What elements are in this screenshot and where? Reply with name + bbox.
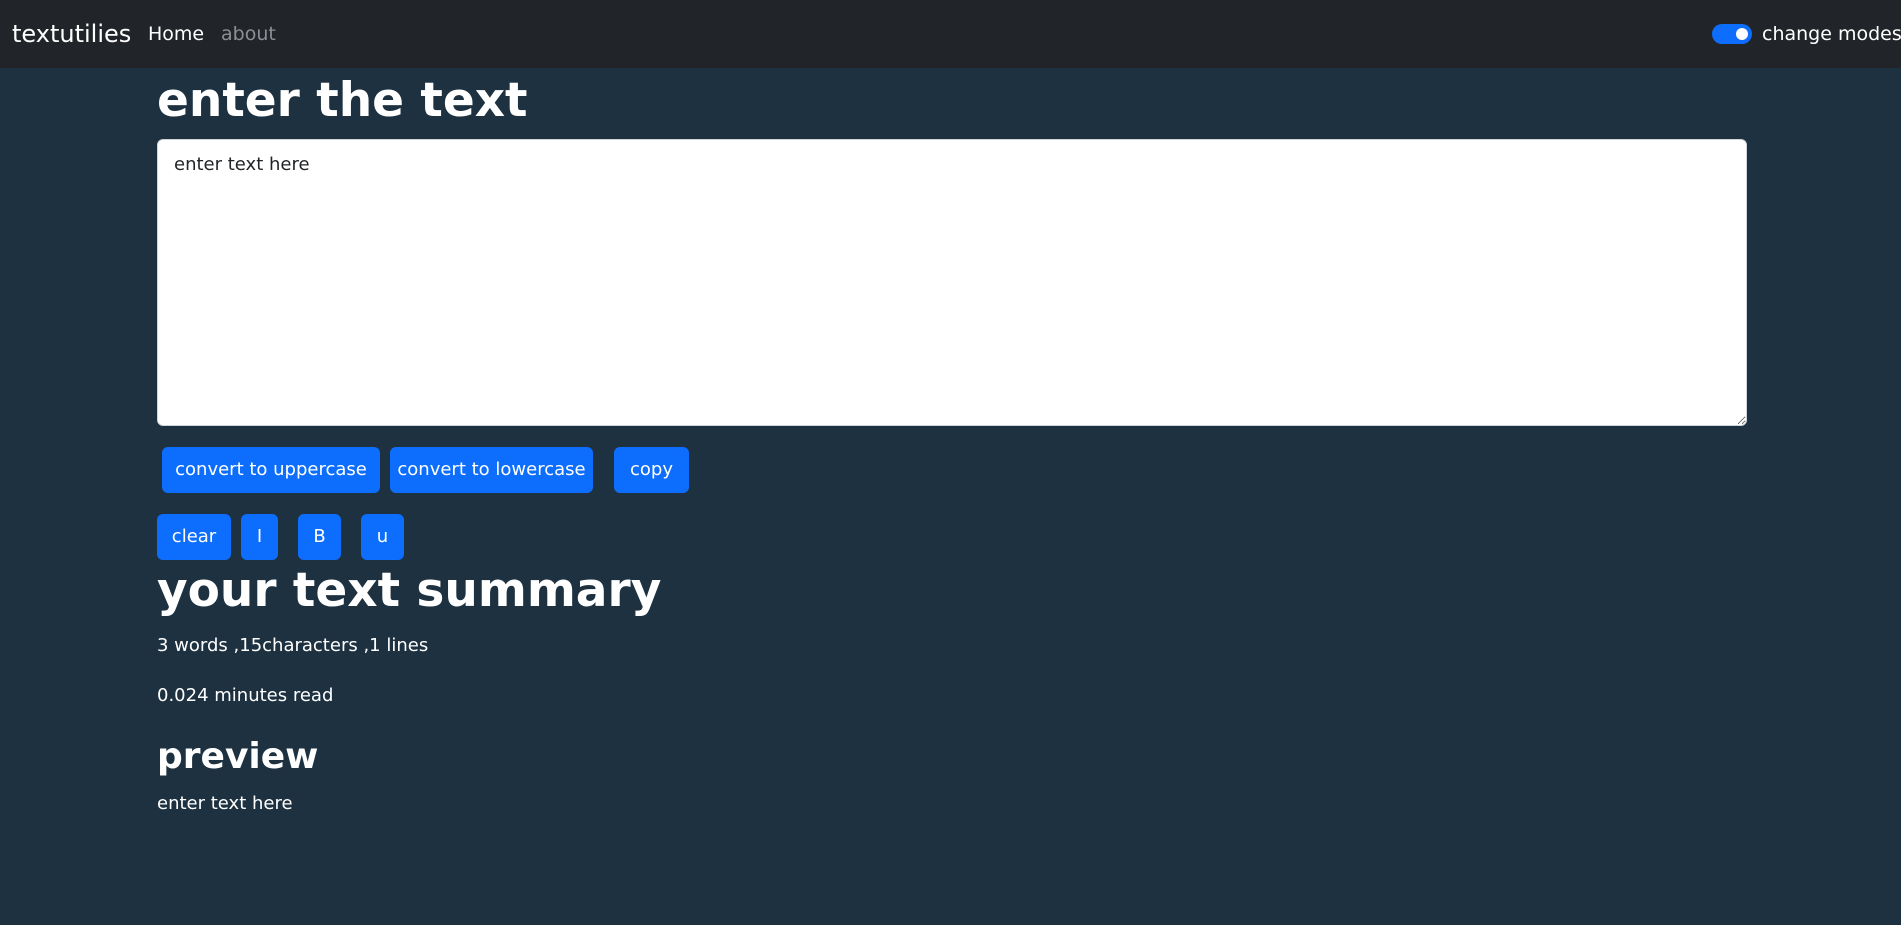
preview-text: enter text here bbox=[157, 793, 293, 814]
nav-link-home[interactable]: Home bbox=[148, 22, 204, 46]
uppercase-button[interactable]: convert to uppercase bbox=[162, 447, 380, 493]
italic-button[interactable]: I bbox=[241, 514, 278, 560]
bold-button[interactable]: B bbox=[298, 514, 341, 560]
clear-button[interactable]: clear bbox=[157, 514, 231, 560]
copy-button[interactable]: copy bbox=[614, 447, 689, 493]
mode-toggle[interactable]: change modes bbox=[1712, 21, 1901, 47]
toggle-switch[interactable] bbox=[1712, 24, 1752, 44]
navbar: textutilies Home about change modes bbox=[0, 0, 1901, 68]
lowercase-button[interactable]: convert to lowercase bbox=[390, 447, 593, 493]
summary-heading: your text summary bbox=[157, 563, 662, 618]
preview-heading: preview bbox=[157, 736, 319, 777]
text-input[interactable] bbox=[157, 139, 1747, 426]
underline-button[interactable]: u bbox=[361, 514, 404, 560]
brand-logo[interactable]: textutilies bbox=[12, 19, 131, 49]
nav-link-about[interactable]: about bbox=[221, 22, 276, 46]
text-counts: 3 words ,15characters ,1 lines bbox=[157, 635, 429, 656]
page-title: enter the text bbox=[157, 73, 528, 128]
toggle-knob bbox=[1736, 28, 1748, 40]
mode-toggle-label[interactable]: change modes bbox=[1762, 22, 1901, 46]
read-time: 0.024 minutes read bbox=[157, 685, 334, 706]
